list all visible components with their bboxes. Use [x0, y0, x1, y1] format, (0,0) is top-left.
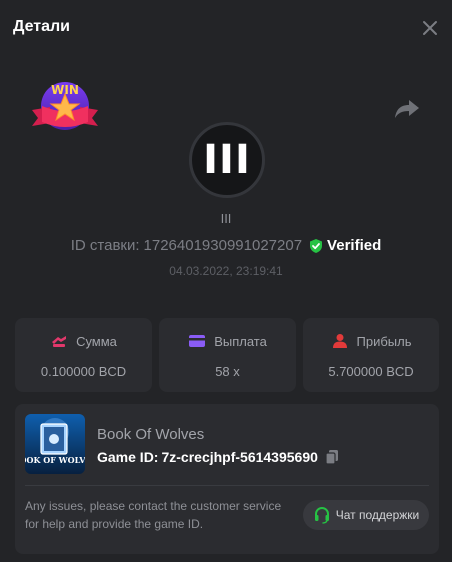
game-title[interactable]: Book Of Wolves	[97, 426, 204, 443]
stat-profit-label: Прибыль	[356, 333, 412, 349]
copy-icon[interactable]	[324, 449, 340, 465]
support-chat-label: Чат поддержки	[335, 508, 420, 522]
header: Детали	[0, 0, 452, 56]
game-logo-text: III	[203, 137, 251, 183]
stat-payout-value: 58 x	[215, 364, 240, 379]
game-logo: III	[189, 122, 265, 198]
share-icon[interactable]	[393, 96, 421, 122]
stat-amount-label: Сумма	[76, 333, 117, 349]
stat-amount-value: 0.100000 BCD	[40, 364, 127, 379]
stat-payout-label: Выплата	[214, 333, 267, 349]
bet-id-label: ID ставки:	[70, 237, 140, 254]
divider	[25, 485, 429, 486]
thumbnail-text: BOOK OF WOLVES	[25, 455, 85, 465]
bet-id-value: 1726401930991027207	[143, 237, 303, 254]
close-icon[interactable]	[418, 16, 442, 40]
help-text: Any issues, please contact the customer …	[25, 499, 282, 531]
game-card: BOOK OF WOLVES Book Of Wolves Game ID: 7…	[15, 404, 439, 554]
profit-user-icon	[332, 334, 347, 348]
stat-payout-header: Выплата	[159, 333, 296, 349]
stat-amount-header: Сумма	[15, 333, 152, 349]
bet-id-line: ID ставки: 1726401930991027207 Verified	[0, 237, 452, 254]
payout-card-icon	[189, 335, 206, 347]
game-id-line: Game ID: 7z-crecjhpf-5614395690	[97, 449, 340, 465]
win-badge-text: WIN	[51, 83, 79, 97]
game-id-value: 7z-crecjhpf-5614395690	[161, 449, 318, 465]
verified-label: Verified	[327, 237, 382, 254]
win-badge-icon: WIN	[32, 82, 98, 130]
verified-shield-icon	[310, 238, 323, 253]
game-thumbnail[interactable]: BOOK OF WOLVES	[25, 414, 85, 474]
amount-icon	[52, 336, 67, 347]
stat-profit-header: Прибыль	[303, 333, 439, 349]
game-short-name: III	[220, 211, 232, 226]
stat-profit: Прибыль 5.700000 BCD	[303, 318, 439, 392]
stat-profit-value: 5.700000 BCD	[328, 364, 414, 379]
verified-badge[interactable]: Verified	[308, 237, 381, 254]
bet-date: 04.03.2022, 23:19:41	[169, 264, 283, 278]
stat-amount: Сумма 0.100000 BCD	[15, 318, 152, 392]
page-title: Детали	[13, 18, 71, 35]
stat-payout: Выплата 58 x	[159, 318, 296, 392]
support-chat-button[interactable]: Чат поддержки	[303, 500, 429, 530]
game-id-label: Game ID:	[97, 449, 159, 465]
headset-icon	[314, 506, 329, 524]
